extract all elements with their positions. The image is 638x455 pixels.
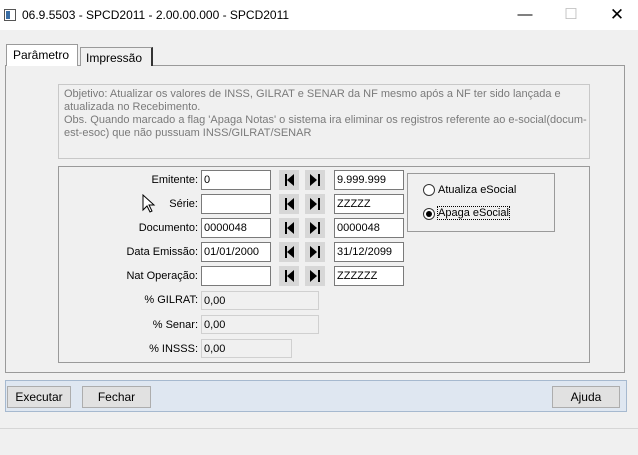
data-emissao-to-input[interactable]: 31/12/2099 [334,242,404,262]
documento-to-input[interactable]: 0000048 [334,218,404,238]
insss-label: % INSSS: [149,343,198,355]
tab-impressao[interactable]: Impressão [80,47,153,66]
data-emissao-from-input[interactable]: 01/01/2000 [201,242,271,262]
documento-first-icon[interactable] [279,218,299,238]
title-bar: 06.9.5503 - SPCD2011 - 2.00.00.000 - SPC… [0,0,638,30]
objective-line: Objetivo: Atualizar os valores de INSS, … [64,88,561,100]
data-emissao-last-icon[interactable] [305,242,325,262]
objective-line: Obs. Quando marcado a flag 'Apaga Notas'… [64,114,587,126]
data-emissao-label: Data Emissão: [126,246,198,258]
nat-operacao-from-input[interactable] [201,266,271,286]
executar-button[interactable]: Executar [7,386,71,408]
atualiza-esocial-radio[interactable] [423,184,435,196]
objective-line: atualizada no Recebimento. [64,101,201,113]
close-button[interactable]: ✕ [594,0,638,30]
serie-first-icon[interactable] [279,194,299,214]
objective-line: est-esoc) que não pussuam INSS/GILRAT/SE… [64,127,312,139]
atualiza-esocial-label[interactable]: Atualiza eSocial [438,184,516,196]
esocial-radio-group [407,173,555,232]
emitente-first-icon[interactable] [279,170,299,190]
serie-to-input[interactable]: ZZZZZ [334,194,404,214]
serie-last-icon[interactable] [305,194,325,214]
emitente-label: Emitente: [151,174,198,186]
data-emissao-first-icon[interactable] [279,242,299,262]
emitente-last-icon[interactable] [305,170,325,190]
serie-label: Série: [169,198,198,210]
nat-operacao-first-icon[interactable] [279,266,299,286]
fechar-button[interactable]: Fechar [82,386,151,408]
apaga-esocial-label[interactable]: Apaga eSocial [437,206,510,220]
gilrat-field[interactable]: 0,00 [201,291,319,310]
nat-operacao-last-icon[interactable] [305,266,325,286]
documento-last-icon[interactable] [305,218,325,238]
minimize-button[interactable]: — [502,0,548,30]
maximize-button[interactable]: ☐ [548,0,594,30]
senar-label: % Senar: [152,319,198,331]
window-title: 06.9.5503 - SPCD2011 - 2.00.00.000 - SPC… [22,8,290,22]
objective-text-box: Objetivo: Atualizar os valores de INSS, … [58,84,590,159]
emitente-to-input[interactable]: 9.999.999 [334,170,404,190]
emitente-from-input[interactable]: 0 [201,170,271,190]
app-icon [4,9,16,21]
nat-operacao-to-input[interactable]: ZZZZZZ [334,266,404,286]
tab-parametro[interactable]: Parâmetro [6,44,78,66]
apaga-esocial-radio[interactable] [423,208,435,220]
documento-from-input[interactable]: 0000048 [201,218,271,238]
gilrat-label: % GILRAT: [144,294,198,306]
ajuda-button[interactable]: Ajuda [552,386,620,408]
insss-field[interactable]: 0,00 [201,339,292,358]
nat-operacao-label: Nat Operação: [126,270,198,282]
senar-field[interactable]: 0,00 [201,315,319,334]
status-bar [0,428,638,455]
documento-label: Documento: [138,222,198,234]
serie-from-input[interactable] [201,194,271,214]
mouse-pointer-icon [142,194,156,213]
